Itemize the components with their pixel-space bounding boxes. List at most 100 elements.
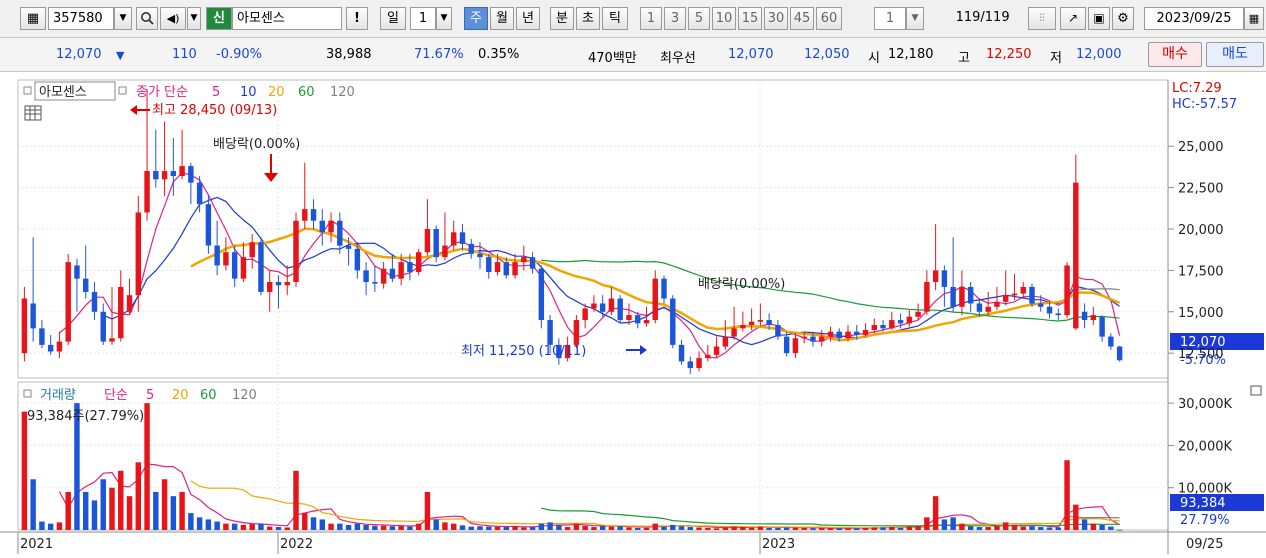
candle-body: [705, 354, 711, 359]
quick-1-button[interactable]: 1: [640, 7, 662, 30]
period-second-button[interactable]: 초: [576, 7, 600, 30]
candle-body: [1029, 286, 1035, 304]
volume-bar: [591, 527, 597, 530]
candle-body: [486, 257, 492, 273]
settings-gear-icon[interactable]: ⚙: [1112, 7, 1134, 30]
volume-bar: [959, 523, 965, 530]
buy-button[interactable]: 매수: [1148, 42, 1202, 67]
volume-bar: [231, 523, 238, 530]
current-volume-pct-label: 27.79%: [1180, 513, 1230, 528]
volume-bar: [319, 519, 326, 530]
candle-body: [109, 338, 115, 342]
high-price: 12,250: [986, 47, 1032, 62]
alert-button[interactable]: !: [346, 7, 368, 30]
volume-bar: [1099, 524, 1105, 530]
volume-bar: [302, 513, 308, 530]
sound-icon[interactable]: ◀): [160, 7, 186, 30]
candle-body: [293, 220, 299, 282]
candle-body: [617, 298, 623, 321]
candle-body: [442, 245, 448, 258]
price-tick-label: 12,500: [1178, 347, 1224, 362]
sell-button[interactable]: 매도: [1206, 42, 1264, 67]
volume-bar: [486, 526, 492, 530]
period-week-button[interactable]: 주: [464, 7, 488, 30]
quick-5-button[interactable]: 5: [688, 7, 710, 30]
quote-amount: 470백만: [588, 51, 637, 66]
period-year-button[interactable]: 년: [516, 7, 540, 30]
quick-60-button[interactable]: 60: [816, 7, 842, 30]
period-minute-button[interactable]: 분: [550, 7, 574, 30]
volume-bar: [135, 462, 142, 530]
quote-volume: 38,988: [326, 47, 372, 62]
volume-bar: [144, 403, 150, 530]
search-icon[interactable]: [136, 7, 158, 30]
candle-body: [231, 252, 238, 279]
candle-body: [783, 336, 790, 354]
volume-bar: [512, 526, 518, 530]
volume-bar: [775, 527, 781, 530]
price-tick-label: 25,000: [1178, 140, 1224, 155]
drawing-tool-icon[interactable]: ↗: [1060, 7, 1086, 30]
candle-body: [1073, 182, 1079, 329]
stock-code-input[interactable]: 357580: [48, 7, 114, 30]
volume-bar: [529, 527, 536, 530]
volume-bar: [310, 517, 317, 530]
quick-10-button[interactable]: 10: [712, 7, 736, 30]
quick-30-button[interactable]: 30: [764, 7, 788, 30]
volume-bar: [328, 523, 334, 530]
period-num-input[interactable]: 1: [410, 7, 436, 30]
volume-bar: [722, 527, 729, 530]
volume-bar: [468, 526, 474, 530]
candle-body: [1038, 303, 1044, 307]
count-dropdown-icon[interactable]: ▼: [906, 7, 924, 30]
table-view-icon[interactable]: [24, 105, 42, 121]
volume-bar: [766, 527, 772, 530]
volume-bar: [617, 526, 623, 530]
volume-bar: [266, 526, 273, 530]
candle-body: [47, 344, 54, 352]
volume-bar: [941, 519, 948, 530]
candle-body: [643, 320, 650, 324]
price-tick-label: 20,000: [1178, 223, 1224, 238]
stock-chart[interactable]: 최고 28,450 (09/13) 배당락(0.00%) 최저 11,250 (…: [0, 72, 1266, 554]
period-day-button[interactable]: 일: [380, 7, 406, 30]
candle-body: [678, 344, 685, 362]
candle-body: [328, 220, 334, 233]
period-month-button[interactable]: 월: [490, 7, 514, 30]
quick-3-button[interactable]: 3: [664, 7, 686, 30]
candle-body: [345, 245, 352, 249]
code-dropdown-icon[interactable]: ▼: [114, 7, 132, 30]
candle-body: [459, 232, 466, 244]
calendar-icon[interactable]: ▦: [1244, 7, 1264, 30]
candle-body: [170, 171, 177, 177]
save-icon[interactable]: ▣: [1088, 7, 1110, 30]
stock-name-label: 아모센스: [39, 85, 87, 100]
period-tick-button[interactable]: 틱: [602, 7, 628, 30]
stock-name-field[interactable]: 아모센스: [232, 7, 342, 30]
volume-bar: [556, 524, 562, 530]
volume-panel-maximize-icon[interactable]: [1250, 385, 1262, 396]
candle-body: [766, 320, 772, 326]
quick-15-button[interactable]: 15: [738, 7, 762, 30]
candle-body: [959, 286, 965, 307]
candle-type-icon[interactable]: ⫶⫶: [1028, 7, 1056, 30]
count-input[interactable]: 1: [874, 7, 906, 30]
candle-body: [976, 303, 983, 312]
volume-bar: [65, 491, 71, 530]
quick-45-button[interactable]: 45: [790, 7, 814, 30]
volume-bar: [1020, 526, 1026, 530]
ma5-label: 5: [212, 85, 220, 100]
period-dropdown-icon[interactable]: ▼: [436, 7, 452, 30]
candle-body: [477, 253, 483, 258]
candle-body: [827, 331, 834, 337]
candle-body: [494, 262, 501, 273]
candle-body: [100, 311, 106, 342]
volume-bar: [258, 523, 264, 530]
menu-icon[interactable]: ▦: [20, 7, 46, 30]
volume-bar: [1064, 460, 1070, 530]
volume-bar: [354, 523, 361, 530]
date-input[interactable]: 2023/09/25: [1144, 7, 1244, 30]
down-arrow-icon: ▼: [116, 49, 125, 62]
sound-dropdown-icon[interactable]: ▼: [187, 7, 201, 30]
volume-bar: [188, 513, 194, 530]
